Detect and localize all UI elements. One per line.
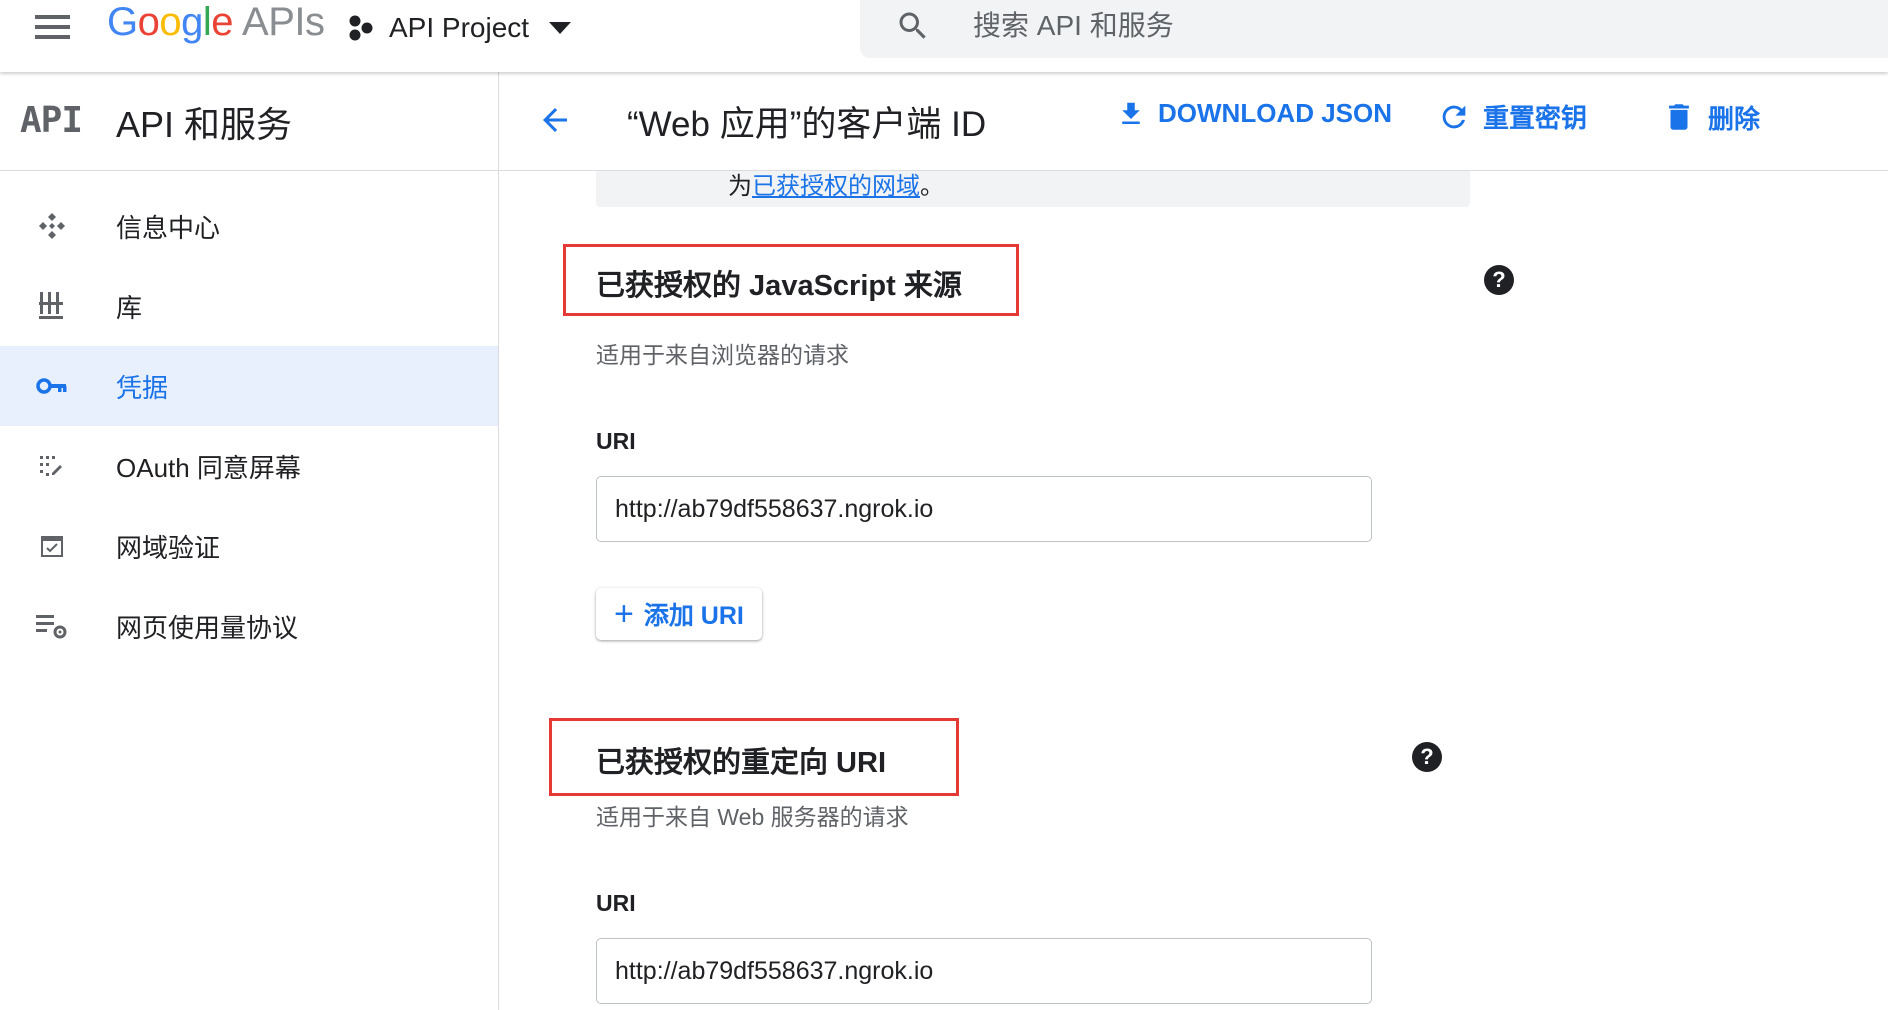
sidebar-header: API API 和服务 bbox=[0, 72, 499, 171]
project-name: API Project bbox=[389, 12, 530, 43]
redirect-uris-description: 适用于来自 Web 服务器的请求 bbox=[596, 804, 909, 830]
key-icon bbox=[36, 370, 68, 402]
project-selector[interactable]: API Project bbox=[348, 8, 572, 48]
usage-agreement-icon bbox=[36, 610, 68, 642]
help-icon[interactable]: ? bbox=[1484, 265, 1514, 295]
google-apis-logo[interactable]: Google APIs bbox=[107, 0, 325, 45]
search-placeholder: 搜索 API 和服务 bbox=[973, 10, 1174, 41]
delete-button[interactable]: 删除 bbox=[1662, 98, 1760, 136]
api-icon: API bbox=[20, 100, 83, 141]
sidebar-item-label: OAuth 同意屏幕 bbox=[116, 453, 301, 483]
dropdown-caret-icon bbox=[549, 22, 572, 34]
redirect-uris-uri-label: URI bbox=[596, 890, 636, 916]
js-origin-uri-input[interactable]: http://ab79df558637.ngrok.io bbox=[596, 476, 1372, 542]
sidebar-item-usage-agreement[interactable]: 网页使用量协议 bbox=[0, 586, 498, 666]
logo-apis: APIs bbox=[242, 0, 325, 44]
redirect-uris-title: 已获授权的重定向 URI bbox=[596, 747, 887, 779]
download-json-button[interactable]: DOWNLOAD JSON bbox=[1116, 98, 1392, 129]
info-box: 为已获授权的网域。 bbox=[596, 170, 1470, 207]
sidebar-nav: 信息中心 库 凭据 OAuth 同意屏幕 网域验证 网页使用量协议 bbox=[0, 170, 499, 1010]
main-content: 为已获授权的网域。 已获授权的 JavaScript 来源 ? 适用于来自浏览器… bbox=[499, 170, 1888, 1010]
page-title: “Web 应用”的客户端 ID bbox=[627, 105, 987, 144]
consent-screen-icon bbox=[36, 450, 68, 482]
sidebar-item-label: 凭据 bbox=[116, 373, 169, 403]
redirect-uri-input[interactable]: http://ab79df558637.ngrok.io bbox=[596, 938, 1372, 1004]
sidebar-item-label: 库 bbox=[116, 293, 143, 323]
sidebar-item-domain-verification[interactable]: 网域验证 bbox=[0, 506, 498, 586]
download-json-label: DOWNLOAD JSON bbox=[1158, 98, 1392, 128]
library-icon bbox=[36, 290, 68, 322]
info-text: 为已获授权的网域。 bbox=[728, 173, 944, 200]
top-app-bar: Google APIs API Project 搜索 API 和服务 bbox=[0, 0, 1888, 72]
sidebar-item-label: 网页使用量协议 bbox=[116, 613, 299, 643]
help-icon[interactable]: ? bbox=[1412, 742, 1442, 772]
search-bar[interactable]: 搜索 API 和服务 bbox=[860, 0, 1888, 58]
reset-secret-button[interactable]: 重置密钥 bbox=[1437, 98, 1587, 135]
trash-icon bbox=[1662, 98, 1696, 136]
sidebar-title: API 和服务 bbox=[116, 104, 293, 145]
sidebar-item-label: 信息中心 bbox=[116, 213, 221, 243]
refresh-icon bbox=[1437, 100, 1471, 134]
sidebar-item-dashboard[interactable]: 信息中心 bbox=[0, 186, 498, 266]
js-origins-title: 已获授权的 JavaScript 来源 bbox=[596, 270, 962, 302]
sidebar-item-oauth-consent[interactable]: OAuth 同意屏幕 bbox=[0, 426, 498, 506]
plus-icon: + bbox=[614, 595, 634, 633]
page-header: “Web 应用”的客户端 ID DOWNLOAD JSON 重置密钥 删除 bbox=[499, 72, 1888, 171]
dashboard-icon bbox=[36, 210, 68, 242]
download-icon bbox=[1116, 99, 1146, 129]
logo-google: Google bbox=[107, 0, 234, 44]
sidebar-item-label: 网域验证 bbox=[116, 533, 221, 563]
authorized-domains-link[interactable]: 已获授权的网域 bbox=[752, 173, 920, 200]
add-uri-label: 添加 URI bbox=[643, 602, 744, 630]
delete-label: 删除 bbox=[1708, 103, 1761, 134]
project-icon bbox=[349, 15, 373, 41]
js-origins-uri-label: URI bbox=[596, 428, 636, 454]
add-uri-button[interactable]: + 添加 URI bbox=[596, 588, 762, 640]
sidebar-item-credentials[interactable]: 凭据 bbox=[0, 346, 498, 426]
search-icon bbox=[899, 12, 926, 39]
js-origins-description: 适用于来自浏览器的请求 bbox=[596, 342, 849, 368]
sidebar-item-library[interactable]: 库 bbox=[0, 266, 498, 346]
domain-verification-icon bbox=[36, 530, 68, 562]
menu-icon[interactable] bbox=[32, 12, 72, 42]
reset-secret-label: 重置密钥 bbox=[1483, 103, 1588, 133]
back-arrow-icon[interactable] bbox=[537, 102, 573, 138]
